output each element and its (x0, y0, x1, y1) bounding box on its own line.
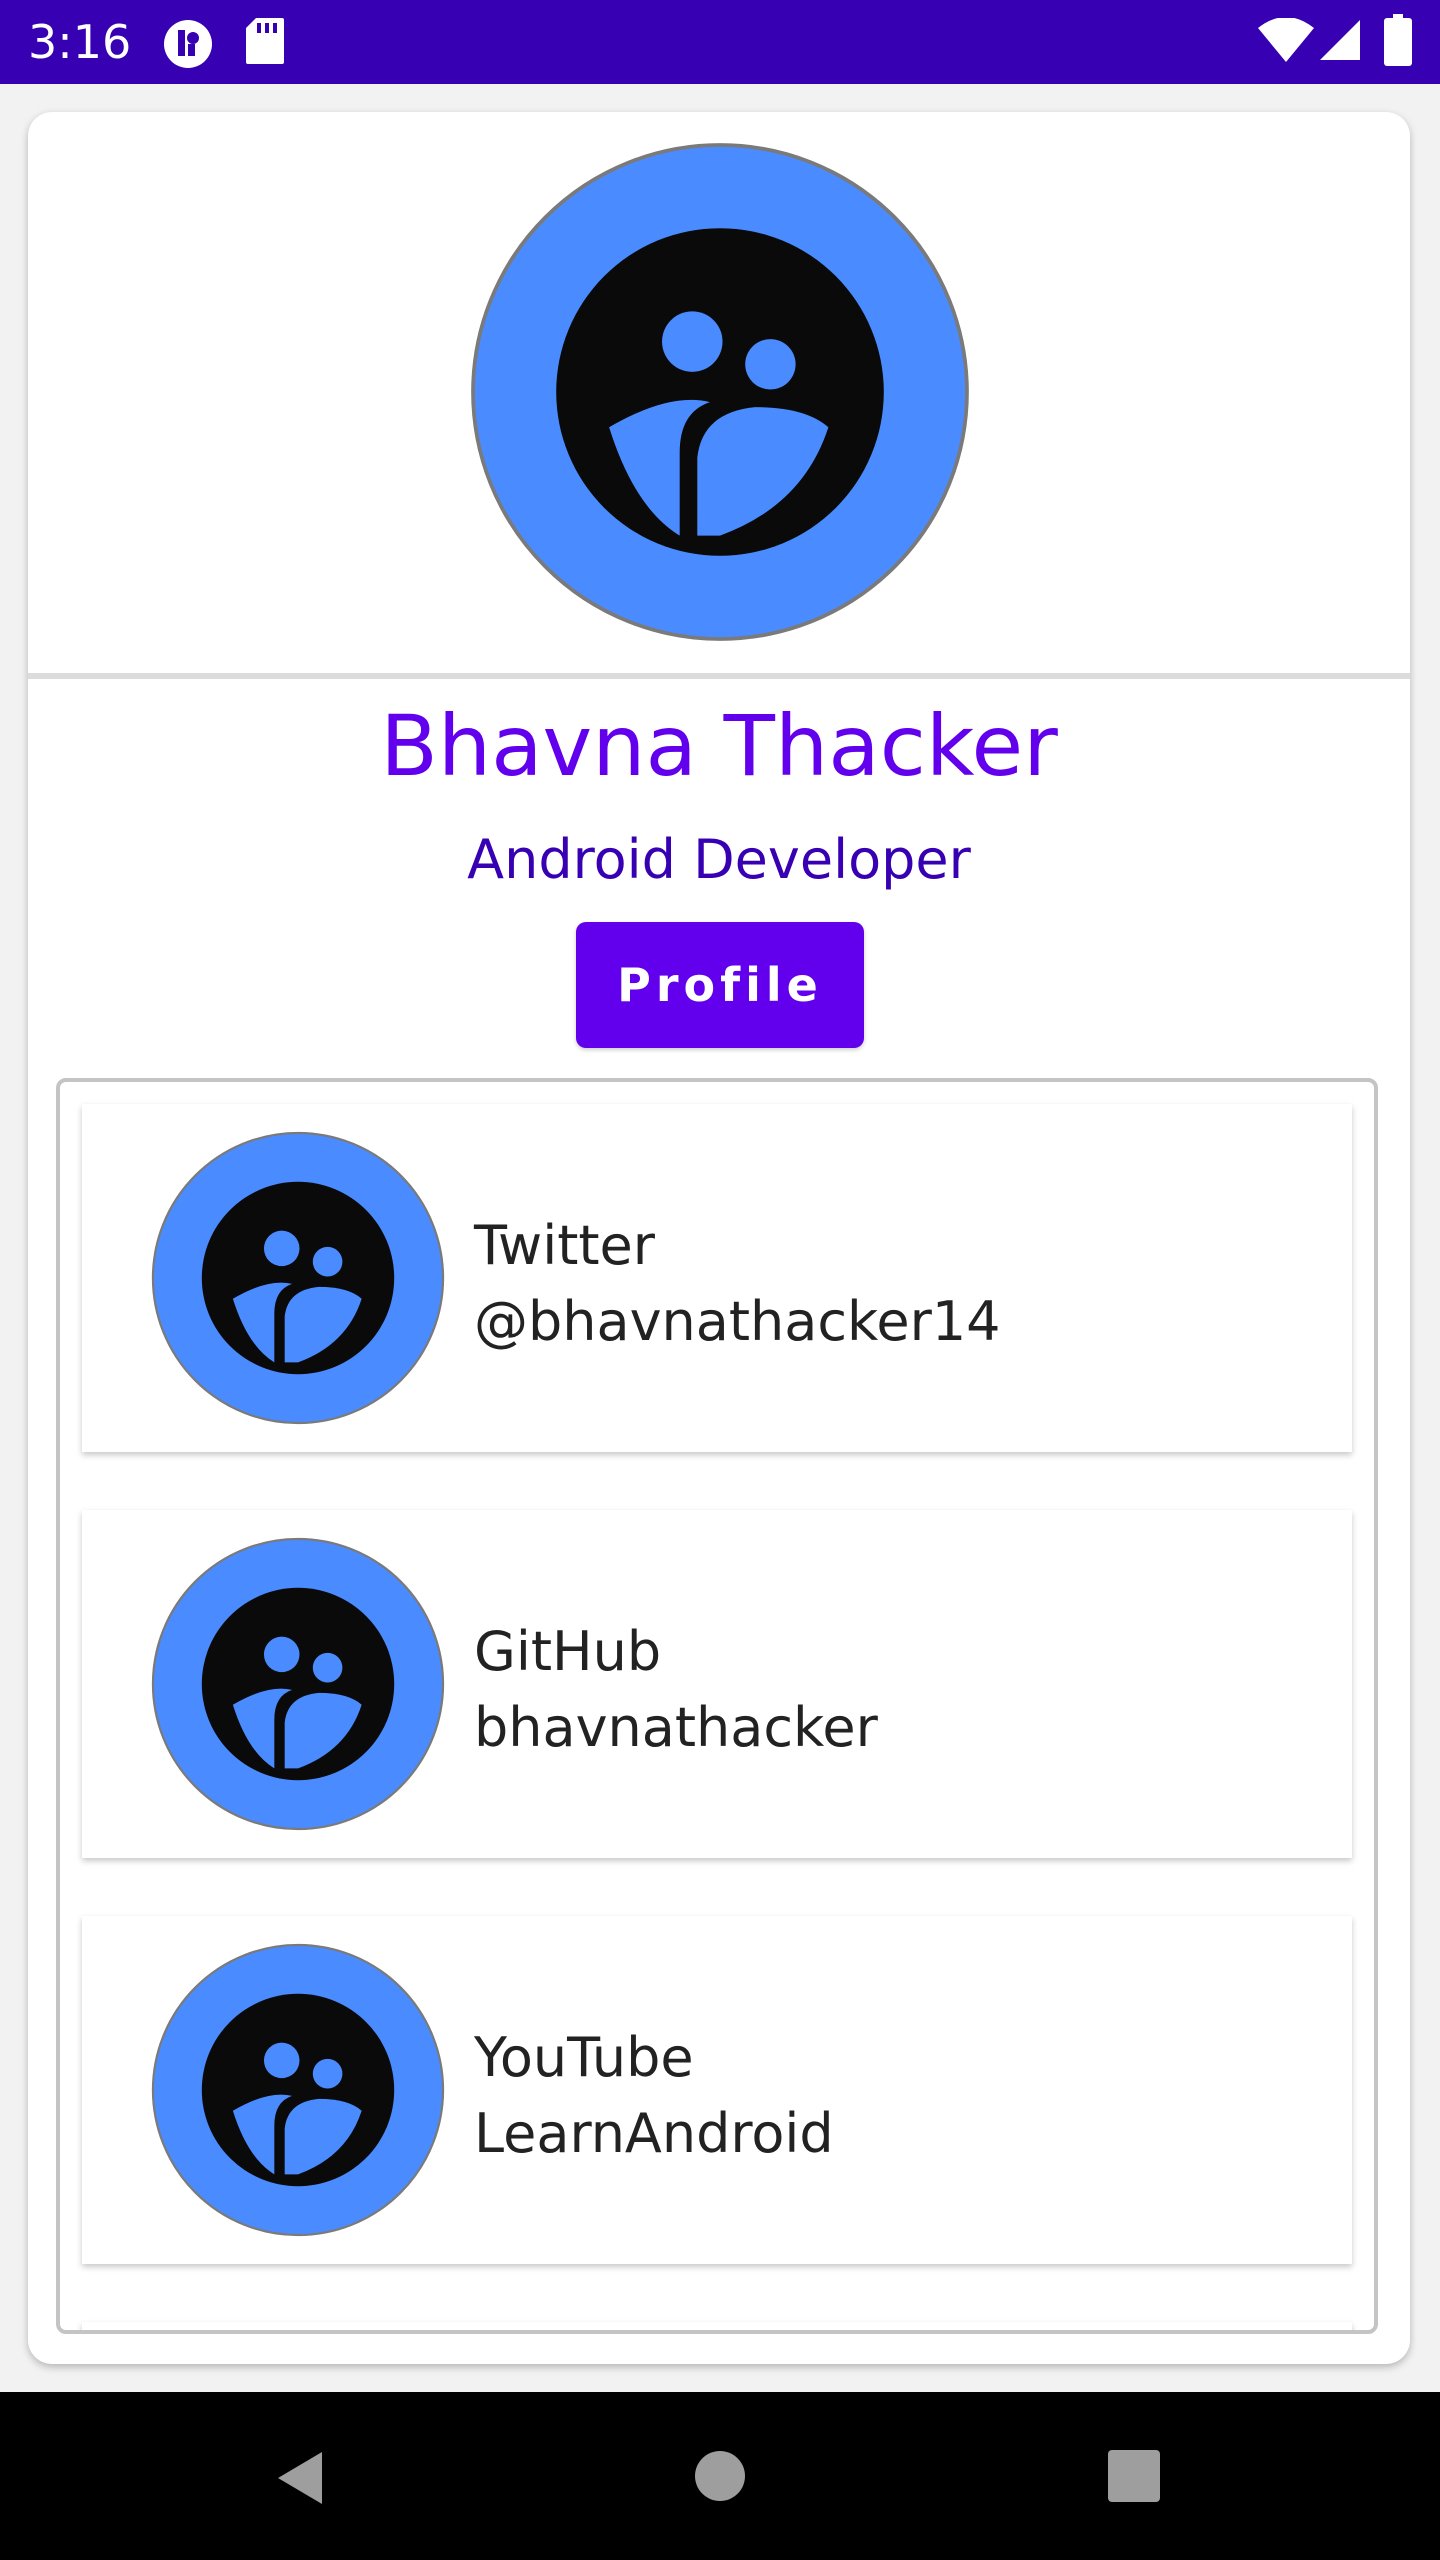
links-list[interactable]: Twitter @bhavnathacker14 GitHub bhavnath… (56, 1078, 1378, 2334)
link-handle: LearnAndroid (474, 2102, 834, 2165)
battery-icon (1384, 14, 1412, 66)
navigation-bar (0, 2392, 1440, 2560)
divider (28, 673, 1410, 679)
list-item-partial (82, 2322, 1352, 2330)
app-notification-icon (164, 20, 212, 68)
link-platform: GitHub (474, 1620, 662, 1683)
status-time: 3:16 (28, 15, 132, 69)
sd-card-icon (246, 18, 284, 64)
account-placeholder-icon (150, 1130, 446, 1426)
link-card-twitter[interactable]: Twitter @bhavnathacker14 (82, 1104, 1352, 1452)
cell-signal-icon (1320, 20, 1360, 60)
link-text: Twitter @bhavnathacker14 (474, 1208, 1001, 1360)
link-card-youtube[interactable]: YouTube LearnAndroid (82, 1916, 1352, 2264)
profile-button[interactable]: Profile (576, 922, 864, 1048)
link-platform: Twitter (474, 1214, 655, 1277)
profile-name: Bhavna Thacker (380, 697, 1058, 795)
wifi-icon (1258, 18, 1314, 62)
link-text: YouTube LearnAndroid (474, 2020, 834, 2172)
account-placeholder-icon (150, 1536, 446, 1832)
account-placeholder-icon (150, 1942, 446, 2238)
link-text: GitHub bhavnathacker (474, 1614, 878, 1766)
profile-avatar-icon (468, 140, 972, 644)
status-bar: 3:16 (0, 0, 1440, 84)
link-card-github[interactable]: GitHub bhavnathacker (82, 1510, 1352, 1858)
link-platform: YouTube (474, 2026, 694, 2089)
profile-card: Bhavna Thacker Android Developer Profile… (28, 112, 1410, 2364)
recents-icon[interactable] (1108, 2450, 1160, 2502)
home-icon[interactable] (694, 2450, 746, 2502)
back-icon[interactable] (272, 2448, 328, 2508)
link-handle: @bhavnathacker14 (474, 1290, 1001, 1353)
profile-role: Android Developer (467, 828, 971, 891)
link-handle: bhavnathacker (474, 1696, 878, 1759)
